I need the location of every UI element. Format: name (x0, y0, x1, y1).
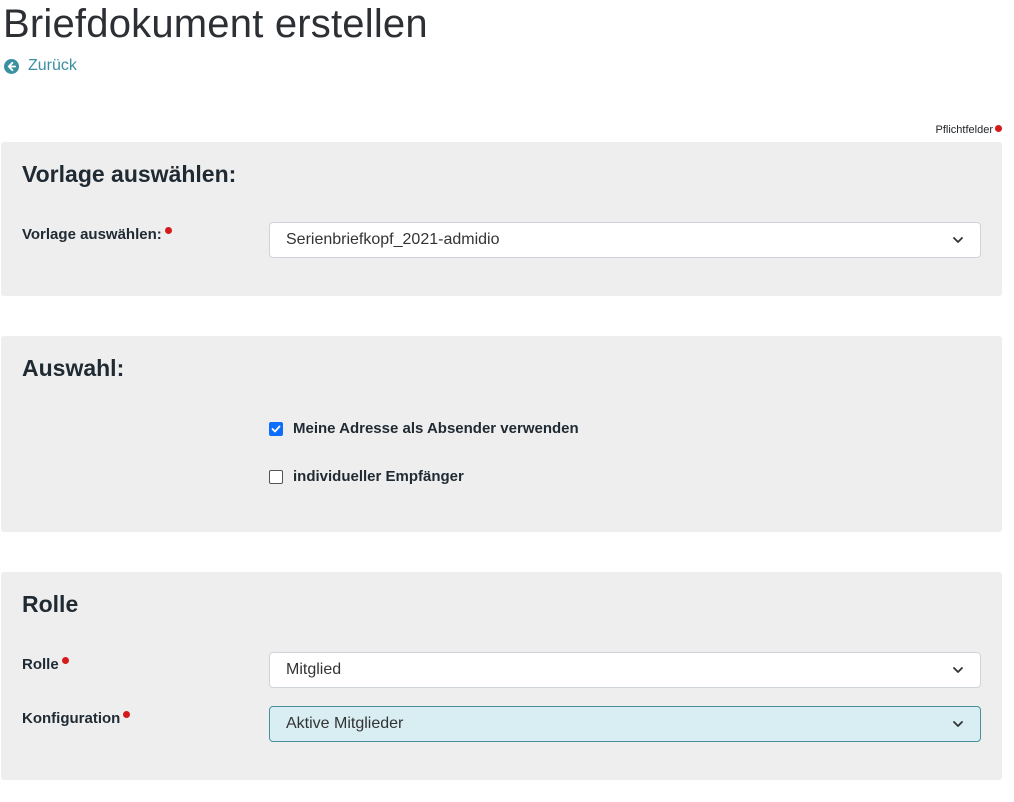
individual-recipient-checkbox[interactable] (269, 469, 283, 484)
selection-section-heading: Auswahl: (22, 355, 125, 381)
configuration-field-label: Konfiguration (22, 710, 131, 727)
check-icon (271, 425, 281, 432)
required-indicator-icon (164, 227, 172, 234)
role-select-value: Mitglied (286, 661, 342, 678)
role-card: Rolle Rolle Mitglied Konfiguration Aktiv… (1, 572, 1002, 780)
individual-recipient-label: individueller Empfänger (293, 468, 464, 485)
template-field-label: Vorlage auswählen: (22, 226, 172, 243)
selection-card: Auswahl: Meine Adresse als Absender verw… (1, 336, 1002, 532)
template-section-heading: Vorlage auswählen: (22, 161, 237, 187)
configuration-select[interactable]: Aktive Mitglieder (269, 706, 981, 742)
role-section-heading: Rolle (22, 591, 79, 617)
template-select[interactable]: Serienbriefkopf_2021-admidio (269, 222, 981, 258)
role-field-label: Rolle (22, 656, 69, 673)
required-fields-note: Pflichtfelder (936, 124, 1002, 136)
configuration-label-text: Konfiguration (22, 710, 121, 727)
arrow-left-circle-icon (4, 58, 19, 74)
configuration-select-value: Aktive Mitglieder (286, 715, 404, 732)
own-address-label: Meine Adresse als Absender verwenden (293, 420, 579, 437)
back-link-label: Zurück (28, 57, 77, 74)
chevron-down-icon (952, 234, 964, 246)
own-address-option[interactable]: Meine Adresse als Absender verwenden (269, 420, 579, 437)
role-label-text: Rolle (22, 656, 59, 673)
own-address-checkbox[interactable] (269, 421, 283, 436)
chevron-down-icon (952, 718, 964, 730)
role-select[interactable]: Mitglied (269, 652, 981, 688)
required-indicator-icon (61, 657, 69, 664)
chevron-down-icon (952, 664, 964, 676)
page-title: Briefdokument erstellen (3, 2, 428, 46)
template-card: Vorlage auswählen: Vorlage auswählen: Se… (1, 142, 1002, 296)
required-indicator-icon (995, 125, 1002, 132)
required-fields-label: Pflichtfelder (935, 124, 993, 136)
template-select-value: Serienbriefkopf_2021-admidio (286, 231, 500, 248)
template-label-text: Vorlage auswählen: (22, 226, 162, 243)
back-link[interactable]: Zurück (4, 57, 77, 75)
required-indicator-icon (123, 711, 131, 718)
individual-recipient-option[interactable]: individueller Empfänger (269, 468, 464, 485)
